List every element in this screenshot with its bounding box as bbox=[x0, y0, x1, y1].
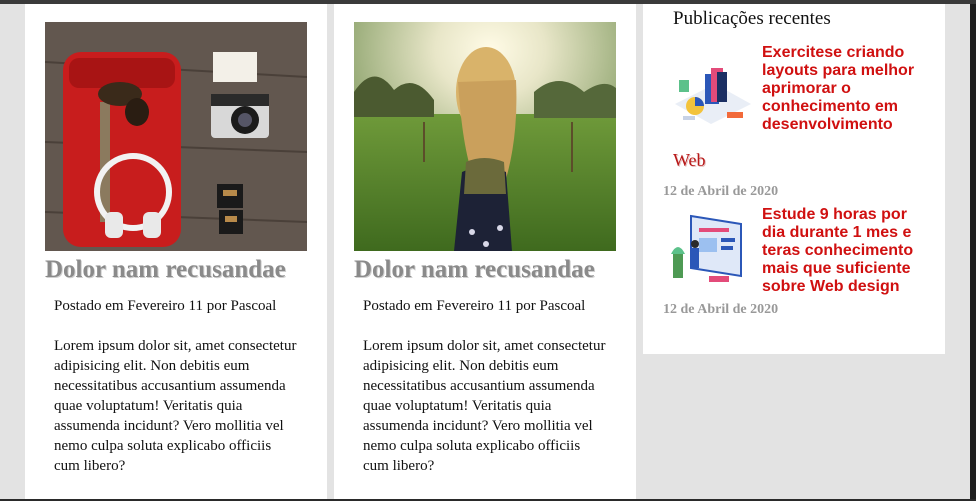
post-meta: Postado em Fevereiro 11 por Pascoal bbox=[54, 298, 277, 314]
backpack-flatlay-image bbox=[45, 22, 307, 251]
post-excerpt: Lorem ipsum dolor sit, amet consectetur … bbox=[54, 338, 297, 474]
recent-posts-sidebar: Publicações recentes Exercitese criando … bbox=[643, 4, 945, 354]
post-excerpt: Lorem ipsum dolor sit, amet consectetur … bbox=[363, 338, 606, 474]
post-title[interactable]: Dolor nam recusandae bbox=[354, 256, 634, 284]
recent-post-title[interactable]: Exercitese criando layouts para melhor a… bbox=[762, 44, 932, 134]
girl-in-field-image bbox=[354, 22, 616, 251]
post-meta: Postado em Fevereiro 11 por Pascoal bbox=[363, 298, 586, 314]
post-card: Dolor nam recusandae Postado em Fevereir… bbox=[334, 4, 636, 501]
window-right-edge bbox=[970, 4, 976, 501]
post-image-backpack[interactable] bbox=[45, 22, 307, 251]
recent-post-date: 12 de Abril de 2020 bbox=[663, 302, 779, 317]
analytics-illustration-icon[interactable] bbox=[665, 56, 755, 136]
recent-post-title[interactable]: Estude 9 horas por dia durante 1 mes e t… bbox=[762, 206, 932, 296]
left-gutter bbox=[0, 4, 25, 501]
recent-post-date: 12 de Abril de 2020 bbox=[663, 184, 779, 199]
sidebar-heading: Publicações recentes bbox=[673, 8, 831, 29]
post-title[interactable]: Dolor nam recusandae bbox=[45, 256, 325, 284]
recent-post-title-cont[interactable]: Web bbox=[673, 150, 706, 171]
web-design-illustration-icon[interactable] bbox=[665, 210, 755, 290]
post-image-girl-field[interactable] bbox=[354, 22, 616, 251]
post-card: Dolor nam recusandae Postado em Fevereir… bbox=[25, 4, 327, 501]
